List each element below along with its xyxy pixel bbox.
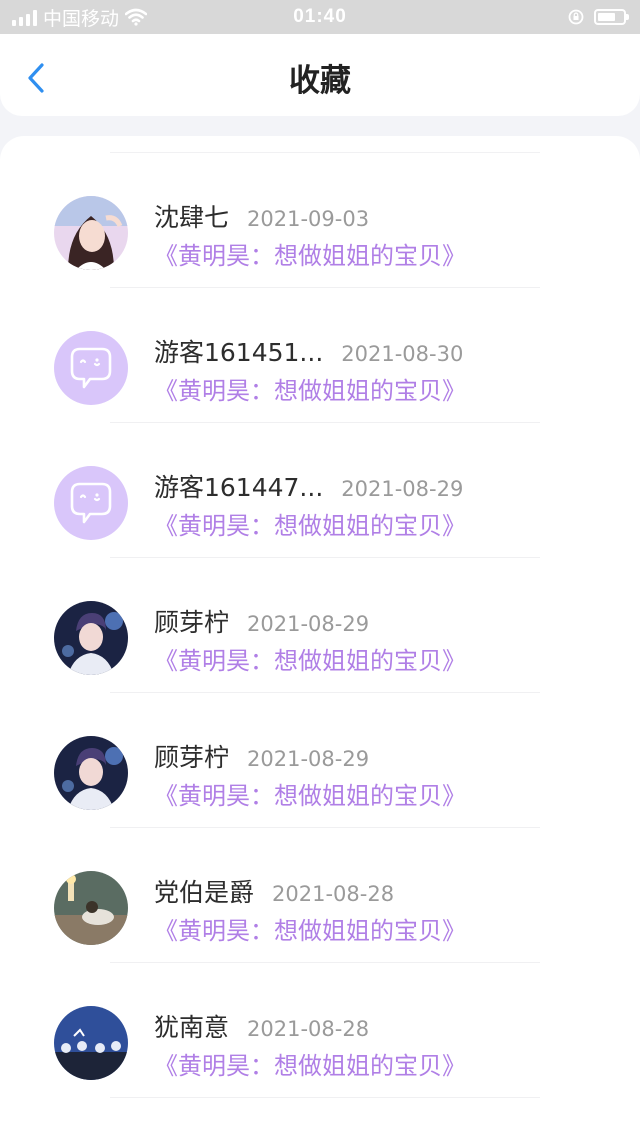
user-name: 沈肆七 2021-09-03 — [154, 198, 369, 234]
work-title-link[interactable]: 《黄明昊：想做姐姐的宝贝》 — [154, 776, 466, 811]
work-title-link[interactable]: 《黄明昊：想做姐姐的宝贝》 — [154, 371, 466, 406]
user-name: 游客161447... 2021-08-29 — [154, 468, 463, 504]
favorite-date: 2021-08-29 — [247, 747, 370, 771]
favorite-date: 2021-08-29 — [341, 477, 464, 501]
work-title-link[interactable]: 《黄明昊：想做姐姐的宝贝》 — [154, 641, 466, 676]
favorite-row[interactable]: 顾芽柠 2021-08-29 《黄明昊：想做姐姐的宝贝》 — [0, 693, 640, 828]
status-bar: 中国移动 01:40 — [0, 0, 640, 34]
user-name-text: 党伯是爵 — [154, 878, 255, 907]
user-name: 犹南意 2021-08-28 — [154, 1008, 369, 1044]
favorite-row[interactable]: 沈肆七 2021-09-03 《黄明昊：想做姐姐的宝贝》 — [0, 153, 640, 288]
favorite-row[interactable]: 游客161451... 2021-08-30 《黄明昊：想做姐姐的宝贝》 — [0, 288, 640, 423]
favorite-row[interactable]: 犹南意 2021-08-28 《黄明昊：想做姐姐的宝贝》 — [0, 963, 640, 1098]
nav-header: 收藏 — [0, 34, 640, 116]
avatar[interactable] — [54, 466, 128, 540]
user-name-text: 游客161447... — [154, 473, 324, 502]
avatar[interactable] — [54, 871, 128, 945]
user-name-text: 沈肆七 — [154, 203, 230, 232]
favorite-date: 2021-08-28 — [272, 882, 395, 906]
user-name: 党伯是爵 2021-08-28 — [154, 873, 394, 909]
page-title: 收藏 — [289, 63, 351, 99]
favorite-date: 2021-08-29 — [247, 612, 370, 636]
user-name-text: 犹南意 — [154, 1013, 230, 1042]
avatar[interactable] — [54, 331, 128, 405]
favorite-date: 2021-08-28 — [247, 1017, 370, 1041]
user-name-text: 顾芽柠 — [154, 608, 230, 637]
status-time: 01:40 — [293, 6, 347, 27]
work-title-link[interactable]: 《黄明昊：想做姐姐的宝贝》 — [154, 1046, 466, 1081]
avatar[interactable] — [54, 601, 128, 675]
status-right — [568, 0, 629, 34]
favorites-list: 沈肆七 2021-09-03 《黄明昊：想做姐姐的宝贝》 游客161451... 202… — [0, 153, 640, 1098]
favorites-card: 沈肆七 2021-09-03 《黄明昊：想做姐姐的宝贝》 游客161451... 202… — [0, 136, 640, 1139]
work-title-link[interactable]: 《黄明昊：想做姐姐的宝贝》 — [154, 236, 466, 271]
favorite-date: 2021-08-30 — [341, 342, 464, 366]
user-name: 顾芽柠 2021-08-29 — [154, 738, 369, 774]
user-name: 顾芽柠 2021-08-29 — [154, 603, 369, 639]
favorite-row[interactable]: 党伯是爵 2021-08-28 《黄明昊：想做姐姐的宝贝》 — [0, 828, 640, 963]
user-name: 游客161451... 2021-08-30 — [154, 333, 463, 369]
favorite-row[interactable]: 顾芽柠 2021-08-29 《黄明昊：想做姐姐的宝贝》 — [0, 558, 640, 693]
favorite-date: 2021-09-03 — [247, 207, 370, 231]
rotation-lock-icon — [568, 9, 584, 25]
work-title-link[interactable]: 《黄明昊：想做姐姐的宝贝》 — [154, 911, 466, 946]
avatar[interactable] — [54, 736, 128, 810]
avatar[interactable] — [54, 1006, 128, 1080]
work-title-link[interactable]: 《黄明昊：想做姐姐的宝贝》 — [154, 506, 466, 541]
user-name-text: 顾芽柠 — [154, 743, 230, 772]
avatar[interactable] — [54, 196, 128, 270]
favorite-row[interactable]: 游客161447... 2021-08-29 《黄明昊：想做姐姐的宝贝》 — [0, 423, 640, 558]
user-name-text: 游客161451... — [154, 338, 324, 367]
battery-icon — [594, 9, 629, 25]
